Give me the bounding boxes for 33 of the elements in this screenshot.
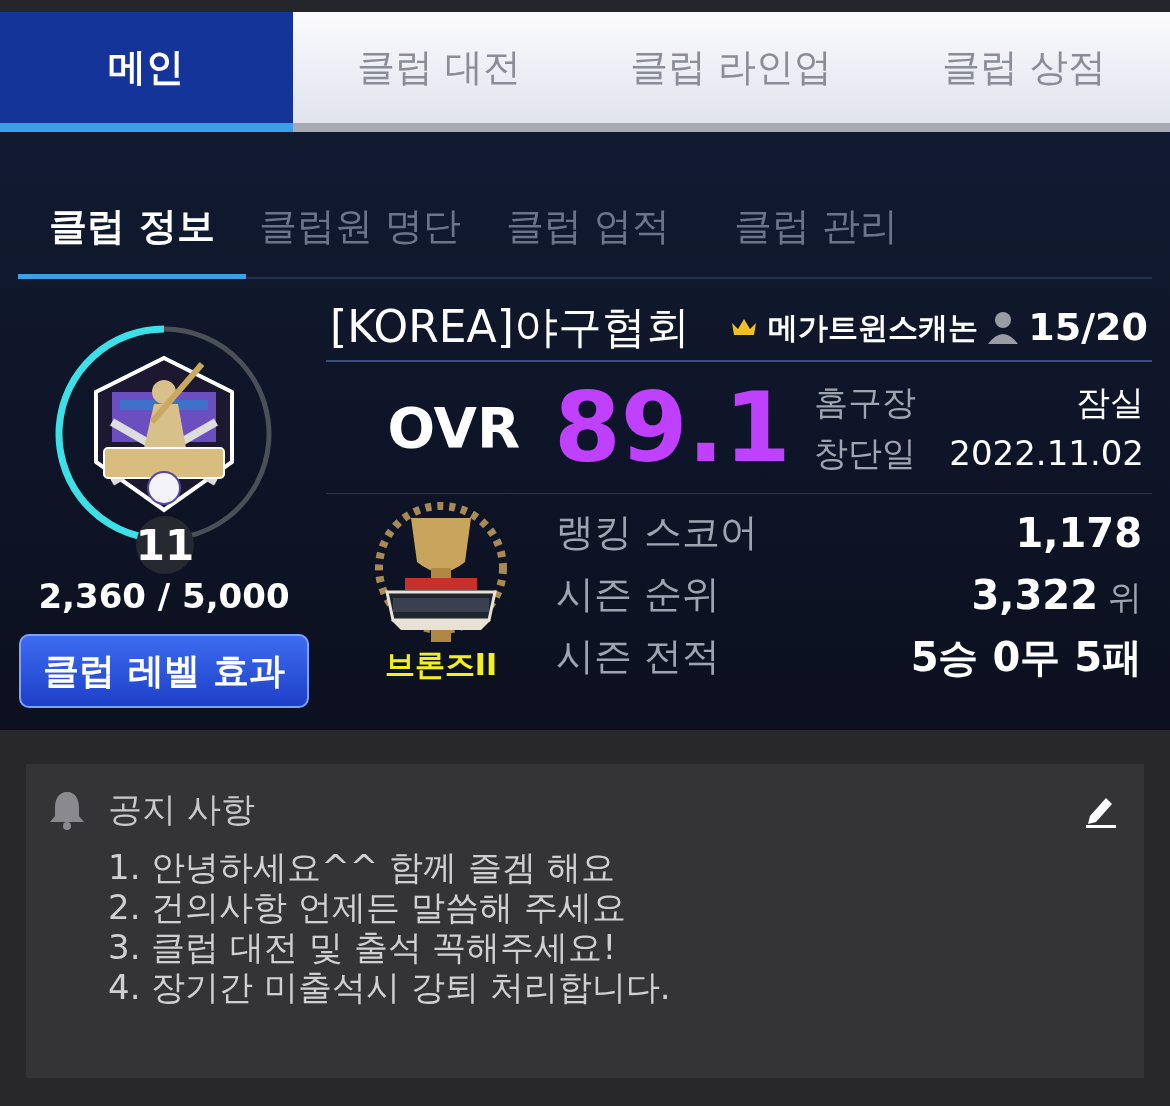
sub-tab[interactable]: 클럽원 명단 — [246, 179, 474, 279]
club-name: [KOREA]야구협회 — [330, 300, 691, 354]
notice-line: 3. 클럽 대전 및 출석 꼭해주세요! — [108, 927, 618, 967]
sub-tab[interactable]: 클럽 업적 — [474, 179, 702, 279]
crown-icon — [730, 317, 759, 337]
stat-label: 시즌 순위 — [556, 571, 721, 618]
member-count: 15/20 — [1028, 303, 1148, 351]
ovr-label: OVR — [386, 393, 520, 462]
info-label: 창단일 — [814, 431, 916, 475]
leader-name: 메가트윈스캐논 — [768, 308, 979, 347]
ovr-value: 89.1 — [554, 370, 792, 486]
info-value: 2022.11.02 — [949, 431, 1144, 475]
notice-line: 1. 안녕하세요^^ 함께 즐겜 해요 — [108, 847, 616, 887]
stat-value: 5승 0무 5패 — [910, 632, 1142, 682]
stat-unit: 위 — [1108, 575, 1142, 619]
stat-value: 3,322 — [971, 570, 1098, 620]
person-icon — [986, 310, 1021, 344]
level-badge: 11 — [136, 516, 194, 574]
experience-text: 2,360 / 5,000 — [38, 575, 290, 618]
notice-title: 공지 사항 — [108, 788, 256, 831]
sub-tab[interactable]: 클럽 관리 — [702, 179, 930, 279]
club-level-button[interactable]: 클럽 레벨 효과 — [19, 634, 309, 708]
stat-value: 1,178 — [1015, 508, 1142, 558]
stat-label: 랭킹 스코어 — [556, 509, 759, 556]
bell-icon — [48, 789, 86, 830]
info-value: 잠실 — [1076, 380, 1144, 424]
info-label: 홈구장 — [814, 380, 916, 424]
notice-line: 2. 건의사항 언제든 말씀해 주세요 — [108, 887, 627, 927]
stat-label: 시즌 전적 — [556, 633, 721, 680]
notice-line: 4. 장기간 미출석시 강퇴 처리합니다. — [108, 967, 672, 1007]
sub-tab[interactable]: 클럽 정보 — [18, 179, 246, 279]
main-tab[interactable]: 메인 — [0, 12, 293, 132]
league-name: 브론즈II — [384, 646, 498, 684]
